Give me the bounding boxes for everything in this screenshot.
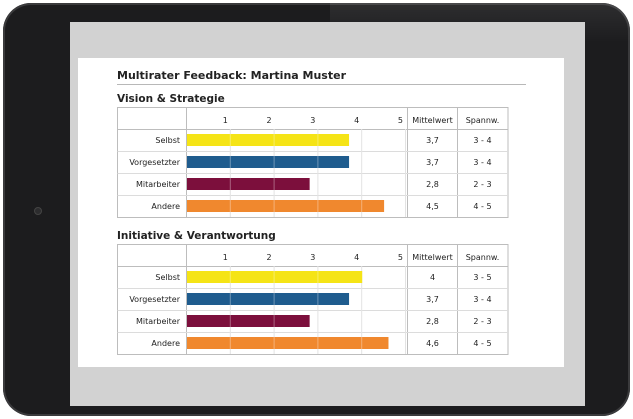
- tick-label: 5: [398, 116, 403, 125]
- category-label: Mitarbeiter: [136, 317, 181, 326]
- tick-label: 2: [267, 253, 272, 262]
- category-label: Andere: [151, 339, 180, 348]
- mittelwert-value: 2,8: [426, 180, 439, 189]
- mittelwert-value: 4,6: [426, 339, 439, 348]
- section-title-vision: Vision & Strategie: [117, 93, 225, 105]
- category-label: Selbst: [155, 136, 180, 145]
- chart-vision-strategie: 1 2 3 4 5 Mittelwert Spannw. Selbst 3,7 3 - 4 Vorg…: [117, 107, 509, 218]
- category-label: Vorgesetzter: [129, 158, 180, 167]
- spannweite-value: 3 - 4: [473, 295, 491, 304]
- spannweite-value: 3 - 4: [473, 136, 491, 145]
- title-divider: [117, 84, 526, 85]
- category-label: Andere: [151, 202, 180, 211]
- bar: [187, 134, 350, 146]
- category-label: Vorgesetzter: [129, 295, 180, 304]
- mittelwert-value: 3,7: [426, 295, 439, 304]
- tick-label: 1: [223, 253, 228, 262]
- mittelwert-value: 2,8: [426, 317, 439, 326]
- section-title-initiative: Initiative & Verantwortung: [117, 230, 276, 242]
- bar: [187, 200, 385, 212]
- spannweite-value: 3 - 5: [473, 273, 491, 282]
- report-title: Multirater Feedback: Martina Muster: [117, 69, 346, 82]
- tick-label: 3: [310, 253, 315, 262]
- mittelwert-value: 4: [430, 273, 435, 282]
- tick-label: 3: [310, 116, 315, 125]
- column-header-spannweite: Spannw.: [466, 253, 500, 262]
- tick-label: 4: [354, 116, 359, 125]
- column-header-mittelwert: Mittelwert: [412, 116, 452, 125]
- category-label: Mitarbeiter: [136, 180, 181, 189]
- spannweite-value: 2 - 3: [473, 317, 491, 326]
- bar: [187, 315, 310, 327]
- spannweite-value: 4 - 5: [473, 339, 491, 348]
- column-header-spannweite: Spannw.: [466, 116, 500, 125]
- chart-initiative-verantwortung: 1 2 3 4 5 Mittelwert Spannw. Selbst 4 3 - 5 Vorges…: [117, 244, 509, 355]
- bar: [187, 156, 350, 168]
- spannweite-value: 3 - 4: [473, 158, 491, 167]
- tick-label: 2: [267, 116, 272, 125]
- bar: [187, 293, 350, 305]
- bar: [187, 178, 310, 190]
- tick-label: 1: [223, 116, 228, 125]
- category-label: Selbst: [155, 273, 180, 282]
- column-header-mittelwert: Mittelwert: [412, 253, 452, 262]
- spannweite-value: 2 - 3: [473, 180, 491, 189]
- mittelwert-value: 3,7: [426, 136, 439, 145]
- bar: [187, 337, 389, 349]
- mittelwert-value: 4,5: [426, 202, 439, 211]
- tick-label: 5: [398, 253, 403, 262]
- tick-label: 4: [354, 253, 359, 262]
- spannweite-value: 4 - 5: [473, 202, 491, 211]
- mittelwert-value: 3,7: [426, 158, 439, 167]
- camera-icon: [34, 207, 42, 215]
